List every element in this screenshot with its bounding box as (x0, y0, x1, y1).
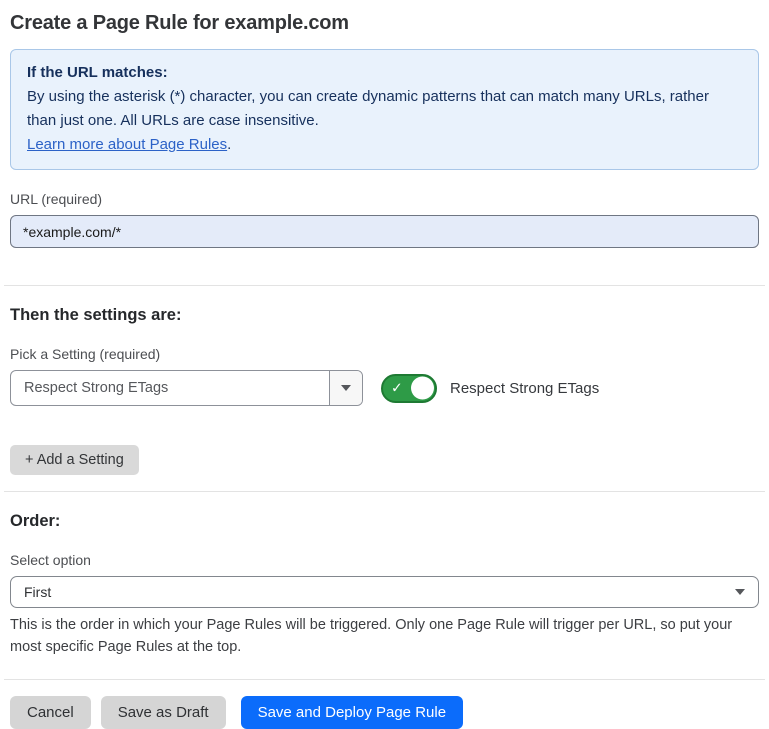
url-input[interactable] (10, 215, 759, 248)
order-help-text: This is the order in which your Page Rul… (10, 614, 759, 658)
setting-select-value: Respect Strong ETags (11, 371, 329, 405)
setting-row: Respect Strong ETags ✓ Respect Strong ET… (10, 370, 759, 406)
url-field-label: URL (required) (10, 191, 759, 207)
info-box-link-line: Learn more about Page Rules. (27, 133, 742, 157)
order-select-value: First (24, 584, 51, 600)
info-box-body: By using the asterisk (*) character, you… (27, 85, 742, 133)
info-box-heading: If the URL matches: (27, 61, 742, 85)
url-matches-info-box: If the URL matches: By using the asteris… (10, 49, 759, 170)
chevron-down-icon (735, 589, 745, 595)
divider (4, 491, 765, 492)
setting-select-caret-button[interactable] (329, 371, 362, 405)
save-as-draft-button[interactable]: Save as Draft (101, 696, 226, 729)
check-icon: ✓ (391, 381, 403, 395)
page-title: Create a Page Rule for example.com (10, 12, 759, 35)
order-section-heading: Order: (10, 512, 759, 531)
add-setting-button[interactable]: + Add a Setting (10, 445, 139, 475)
page-rule-form: Create a Page Rule for example.com If th… (0, 0, 769, 729)
pick-setting-label: Pick a Setting (required) (10, 346, 759, 362)
order-select[interactable]: First (10, 576, 759, 608)
learn-more-link[interactable]: Learn more about Page Rules (27, 136, 227, 153)
respect-strong-etags-toggle[interactable]: ✓ (381, 374, 437, 403)
toggle-label: Respect Strong ETags (450, 380, 599, 397)
save-and-deploy-button[interactable]: Save and Deploy Page Rule (241, 696, 463, 729)
link-suffix: . (227, 136, 231, 153)
setting-select[interactable]: Respect Strong ETags (10, 370, 363, 406)
toggle-knob (411, 377, 434, 400)
chevron-down-icon (341, 385, 351, 391)
footer-actions: Cancel Save as Draft Save and Deploy Pag… (10, 696, 759, 729)
divider (4, 285, 765, 286)
divider (4, 679, 765, 680)
settings-section-heading: Then the settings are: (10, 306, 759, 325)
cancel-button[interactable]: Cancel (10, 696, 91, 729)
order-select-label: Select option (10, 552, 759, 568)
